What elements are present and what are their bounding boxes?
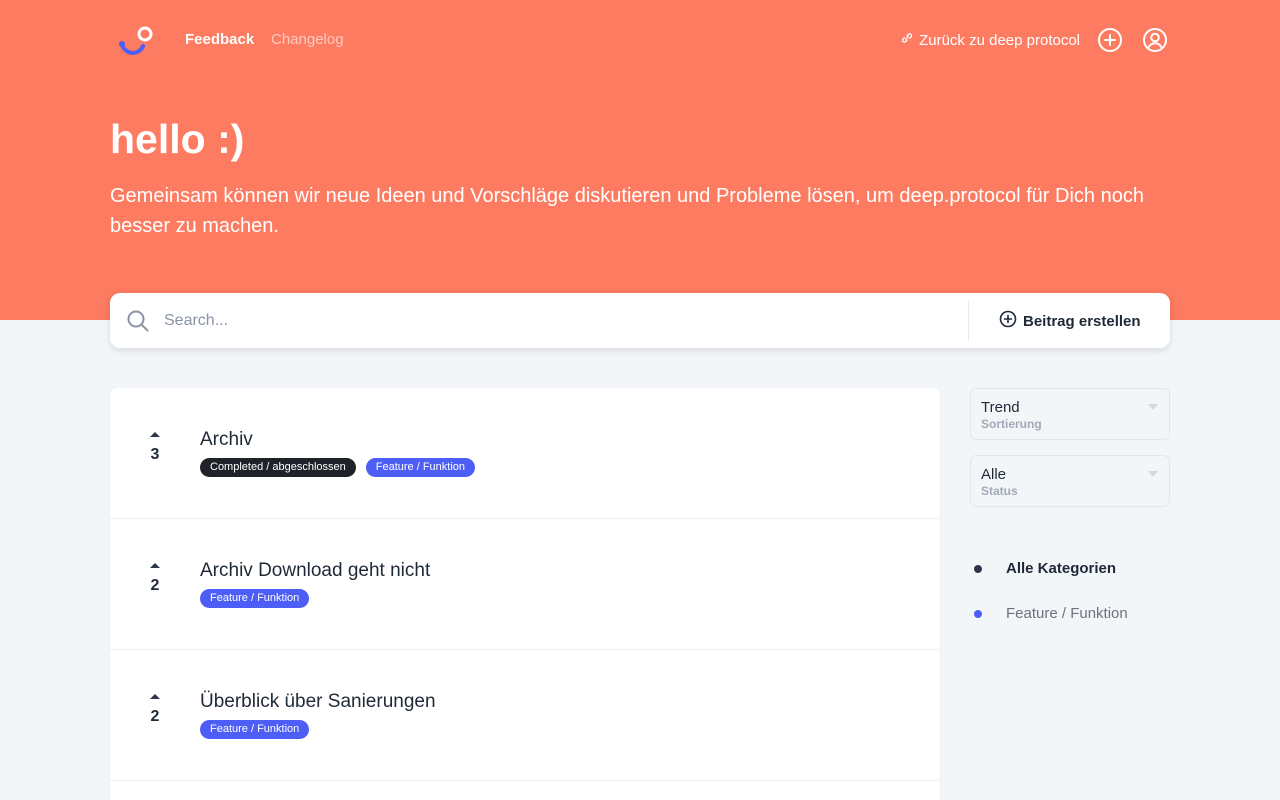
post-tags: Completed / abgeschlossen Feature / Funk… <box>200 458 476 477</box>
status-select[interactable]: Alle Status <box>970 455 1170 507</box>
sort-select-value: Trend <box>981 399 1020 416</box>
upvote-button[interactable]: 2 <box>140 563 170 595</box>
brand-logo-icon[interactable] <box>115 24 155 58</box>
category-badge: Feature / Funktion <box>365 458 476 477</box>
status-select-label: Status <box>981 484 1018 498</box>
search-input[interactable] <box>164 301 954 340</box>
upvote-arrow-icon <box>150 694 160 699</box>
create-post-label: Beitrag erstellen <box>1023 312 1141 330</box>
page-subtitle: Gemeinsam können wir neue Ideen und Vors… <box>110 185 1144 237</box>
vote-count: 2 <box>150 708 160 725</box>
post-item[interactable]: 3 Archiv Completed / abgeschlossen Featu… <box>110 388 940 519</box>
nav-feedback-link[interactable]: Feedback <box>185 31 254 48</box>
top-navigation: Feedback Changelog Zurück zu deep protoc… <box>110 20 1170 60</box>
post-item[interactable]: 2 Überblick über Sanierungen Feature / F… <box>110 650 940 781</box>
back-to-app-link[interactable]: Zurück zu deep protocol <box>900 31 1080 49</box>
search-icon <box>126 309 150 333</box>
vote-count: 3 <box>150 446 160 463</box>
page-title: hello :) <box>110 116 245 162</box>
search-divider <box>968 301 969 340</box>
back-link-label: Zurück zu deep protocol <box>919 31 1080 49</box>
upvote-button[interactable]: 3 <box>140 432 170 464</box>
category-item-feature[interactable]: Feature / Funktion <box>970 600 1170 645</box>
create-post-button[interactable]: Beitrag erstellen <box>999 310 1141 332</box>
category-item-all[interactable]: Alle Kategorien <box>970 555 1170 600</box>
vote-count: 2 <box>150 577 160 594</box>
chevron-down-icon <box>1148 471 1158 477</box>
category-dot-icon <box>974 565 982 573</box>
category-dot-icon <box>974 610 982 618</box>
post-tags: Feature / Funktion <box>200 720 310 739</box>
status-badge: Completed / abgeschlossen <box>200 458 356 477</box>
upvote-arrow-icon <box>150 563 160 568</box>
nav-changelog-link[interactable]: Changelog <box>271 31 344 48</box>
upvote-arrow-icon <box>150 432 160 437</box>
category-label: Feature / Funktion <box>1006 605 1128 622</box>
post-title[interactable]: Archiv <box>200 429 253 451</box>
search-bar: Beitrag erstellen <box>110 293 1170 348</box>
link-icon <box>900 31 914 49</box>
plus-circle-icon <box>999 310 1017 332</box>
post-list: 3 Archiv Completed / abgeschlossen Featu… <box>110 388 940 800</box>
category-badge: Feature / Funktion <box>200 720 310 739</box>
status-select-value: Alle <box>981 466 1007 483</box>
user-circle-icon[interactable] <box>1142 27 1168 53</box>
sort-select-label: Sortierung <box>981 417 1042 431</box>
upvote-button[interactable]: 2 <box>140 694 170 726</box>
post-title[interactable]: Archiv Download geht nicht <box>200 560 430 582</box>
category-list: Alle Kategorien Feature / Funktion <box>970 555 1170 645</box>
post-tags: Feature / Funktion <box>200 589 310 608</box>
chevron-down-icon <box>1148 404 1158 410</box>
post-item[interactable]: 2 Archiv Download geht nicht Feature / F… <box>110 519 940 650</box>
category-label: Alle Kategorien <box>1006 560 1117 577</box>
sort-select[interactable]: Trend Sortierung <box>970 388 1170 440</box>
post-title[interactable]: Überblick über Sanierungen <box>200 691 436 713</box>
category-badge: Feature / Funktion <box>200 589 310 608</box>
plus-circle-icon[interactable] <box>1097 27 1123 53</box>
